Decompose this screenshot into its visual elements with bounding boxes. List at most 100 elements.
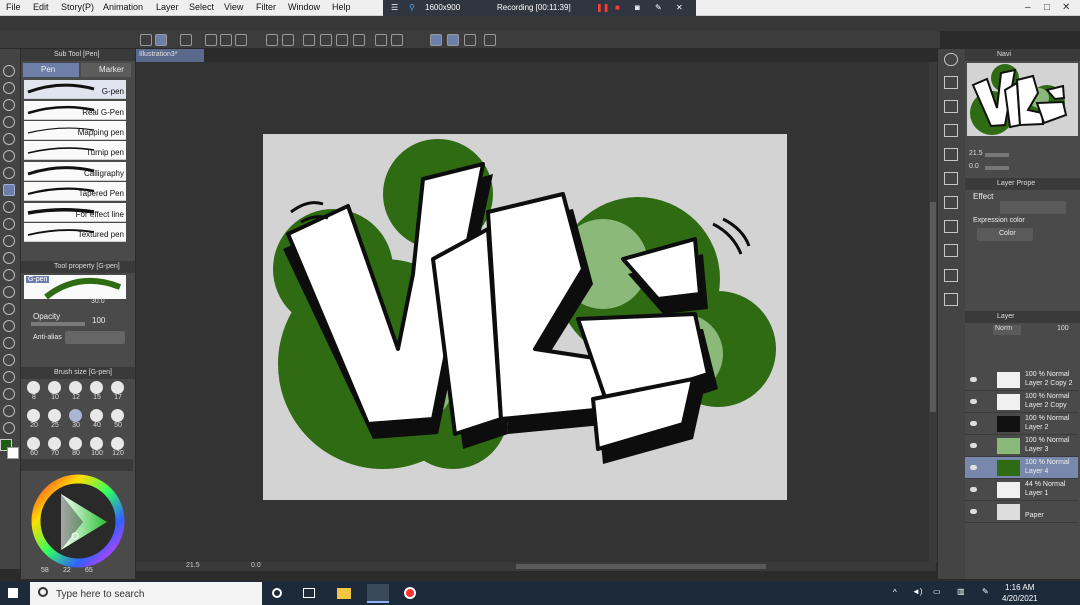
hand-tool-icon[interactable] <box>3 82 15 94</box>
brush-item-mapping-pen[interactable]: Mapping pen <box>24 121 126 140</box>
tab-marker[interactable]: Marker <box>81 63 131 77</box>
brush-icon[interactable] <box>155 34 167 46</box>
blend-mode-select[interactable]: Norm <box>993 325 1021 335</box>
stabilizer-icon[interactable] <box>430 34 442 46</box>
brush-size-option[interactable] <box>111 409 124 422</box>
brush-size-option[interactable] <box>48 437 61 450</box>
file-explorer-icon[interactable] <box>337 588 351 599</box>
brush-item-g-pen[interactable]: G-pen <box>24 80 126 99</box>
zoom-tool-icon[interactable] <box>3 65 15 77</box>
brush-item-calligraphy[interactable]: Calligraphy <box>24 162 126 181</box>
menu-window[interactable]: Window <box>288 2 320 12</box>
material-icon[interactable] <box>944 244 958 257</box>
canvas-vertical-scrollbar[interactable] <box>929 62 937 562</box>
clear-icon[interactable] <box>320 34 332 46</box>
menu-help[interactable]: Help <box>332 2 351 12</box>
clip-studio-app-icon[interactable] <box>367 584 389 603</box>
snap-icon[interactable] <box>391 34 403 46</box>
brush-size-option[interactable] <box>69 437 82 450</box>
transform-icon[interactable] <box>353 34 365 46</box>
start-icon[interactable] <box>8 588 18 598</box>
sub-color-swatch[interactable] <box>7 447 19 459</box>
correct-line-tool-icon[interactable] <box>3 422 15 434</box>
eye-icon[interactable] <box>970 399 977 404</box>
material-icon[interactable] <box>944 293 958 306</box>
brush-size-option[interactable] <box>90 381 103 394</box>
menu-animation[interactable]: Animation <box>103 2 143 12</box>
brush-tool-icon[interactable] <box>3 218 15 230</box>
volume-icon[interactable]: ◄) <box>912 587 923 596</box>
expression-color-select[interactable]: Color <box>977 228 1033 241</box>
new-icon[interactable] <box>205 34 217 46</box>
deselect-icon[interactable] <box>303 34 315 46</box>
material-icon[interactable] <box>944 100 958 113</box>
color-wheel[interactable] <box>31 474 126 569</box>
brush-size-option[interactable] <box>111 437 124 450</box>
search-icon[interactable] <box>944 53 958 66</box>
menu-story[interactable]: Story(P) <box>61 2 94 12</box>
material-icon[interactable] <box>944 172 958 185</box>
brush-size-option[interactable] <box>27 381 40 394</box>
redo-icon[interactable] <box>282 34 294 46</box>
pen-icon[interactable]: ✎ <box>655 3 662 12</box>
menu-icon[interactable]: ☰ <box>391 3 398 12</box>
menu-file[interactable]: File <box>6 2 21 12</box>
pin-icon[interactable]: ⚲ <box>409 3 415 12</box>
battery-icon[interactable]: ▭ <box>933 587 941 596</box>
pause-icon[interactable]: ❚❚ <box>596 3 609 12</box>
navigator-zoom-slider[interactable] <box>985 153 1009 157</box>
horizontal-scroll-thumb[interactable] <box>516 564 766 569</box>
brush-item-real-g-pen[interactable]: Real G-Pen <box>24 101 126 120</box>
ruler-icon[interactable] <box>375 34 387 46</box>
opacity-slider[interactable] <box>31 322 85 326</box>
eye-icon[interactable] <box>970 421 977 426</box>
menu-filter[interactable]: Filter <box>256 2 276 12</box>
material-icon[interactable] <box>944 220 958 233</box>
network-icon[interactable]: ▥ <box>957 587 965 596</box>
airbrush-tool-icon[interactable] <box>3 235 15 247</box>
tab-document[interactable]: Illustration3* <box>136 49 204 62</box>
pencil-tool-icon[interactable] <box>3 201 15 213</box>
tab-pen[interactable]: Pen <box>23 63 79 77</box>
material-icon[interactable] <box>944 76 958 89</box>
effect-buttons[interactable] <box>1000 201 1066 214</box>
brush-size-option[interactable] <box>48 409 61 422</box>
frame-tool-icon[interactable] <box>3 354 15 366</box>
eyedropper-tool-icon[interactable] <box>3 167 15 179</box>
layer-row[interactable]: 100 % Normal Layer 3 <box>965 435 1078 457</box>
operation-tool-icon[interactable] <box>3 99 15 111</box>
menu-view[interactable]: View <box>224 2 243 12</box>
layer-row[interactable]: 44 % Normal Layer 1 <box>965 479 1078 501</box>
eye-icon[interactable] <box>970 465 977 470</box>
layer-icon[interactable] <box>180 34 192 46</box>
save-icon[interactable] <box>235 34 247 46</box>
move-tool-icon[interactable] <box>3 116 15 128</box>
text-tool-icon[interactable] <box>3 388 15 400</box>
search-box[interactable]: Type here to search <box>30 582 262 605</box>
brush-size-option[interactable] <box>90 409 103 422</box>
lasso-tool-icon[interactable] <box>3 133 15 145</box>
eye-icon[interactable] <box>970 509 977 514</box>
navigator-preview[interactable] <box>967 63 1078 136</box>
material-icon[interactable] <box>944 269 958 282</box>
layer-row[interactable]: Paper <box>965 501 1078 523</box>
stop-icon[interactable]: ■ <box>615 3 620 12</box>
brush-size-option[interactable] <box>111 381 124 394</box>
brush-size-option[interactable] <box>27 437 40 450</box>
wand-tool-icon[interactable] <box>3 150 15 162</box>
vertical-scroll-thumb[interactable] <box>930 202 936 412</box>
menu-select[interactable]: Select <box>189 2 214 12</box>
close-recording-icon[interactable]: ✕ <box>676 3 683 12</box>
task-view-icon[interactable] <box>303 588 315 598</box>
fill-tool-icon[interactable] <box>3 303 15 315</box>
gradient-tool-icon[interactable] <box>3 320 15 332</box>
open-icon[interactable] <box>220 34 232 46</box>
brush-size-option[interactable] <box>90 437 103 450</box>
brush-item-turnip-pen[interactable]: Turnip pen <box>24 141 126 160</box>
canvas-paper[interactable] <box>263 134 787 500</box>
layer-row[interactable]: 100 % Normal Layer 2 Copy 2 <box>965 369 1078 391</box>
brush-item-textured-pen[interactable]: Textured pen <box>24 223 126 242</box>
eraser-tool-icon[interactable] <box>3 269 15 281</box>
balloon-tool-icon[interactable] <box>3 405 15 417</box>
pen-tool-icon[interactable] <box>3 184 15 196</box>
